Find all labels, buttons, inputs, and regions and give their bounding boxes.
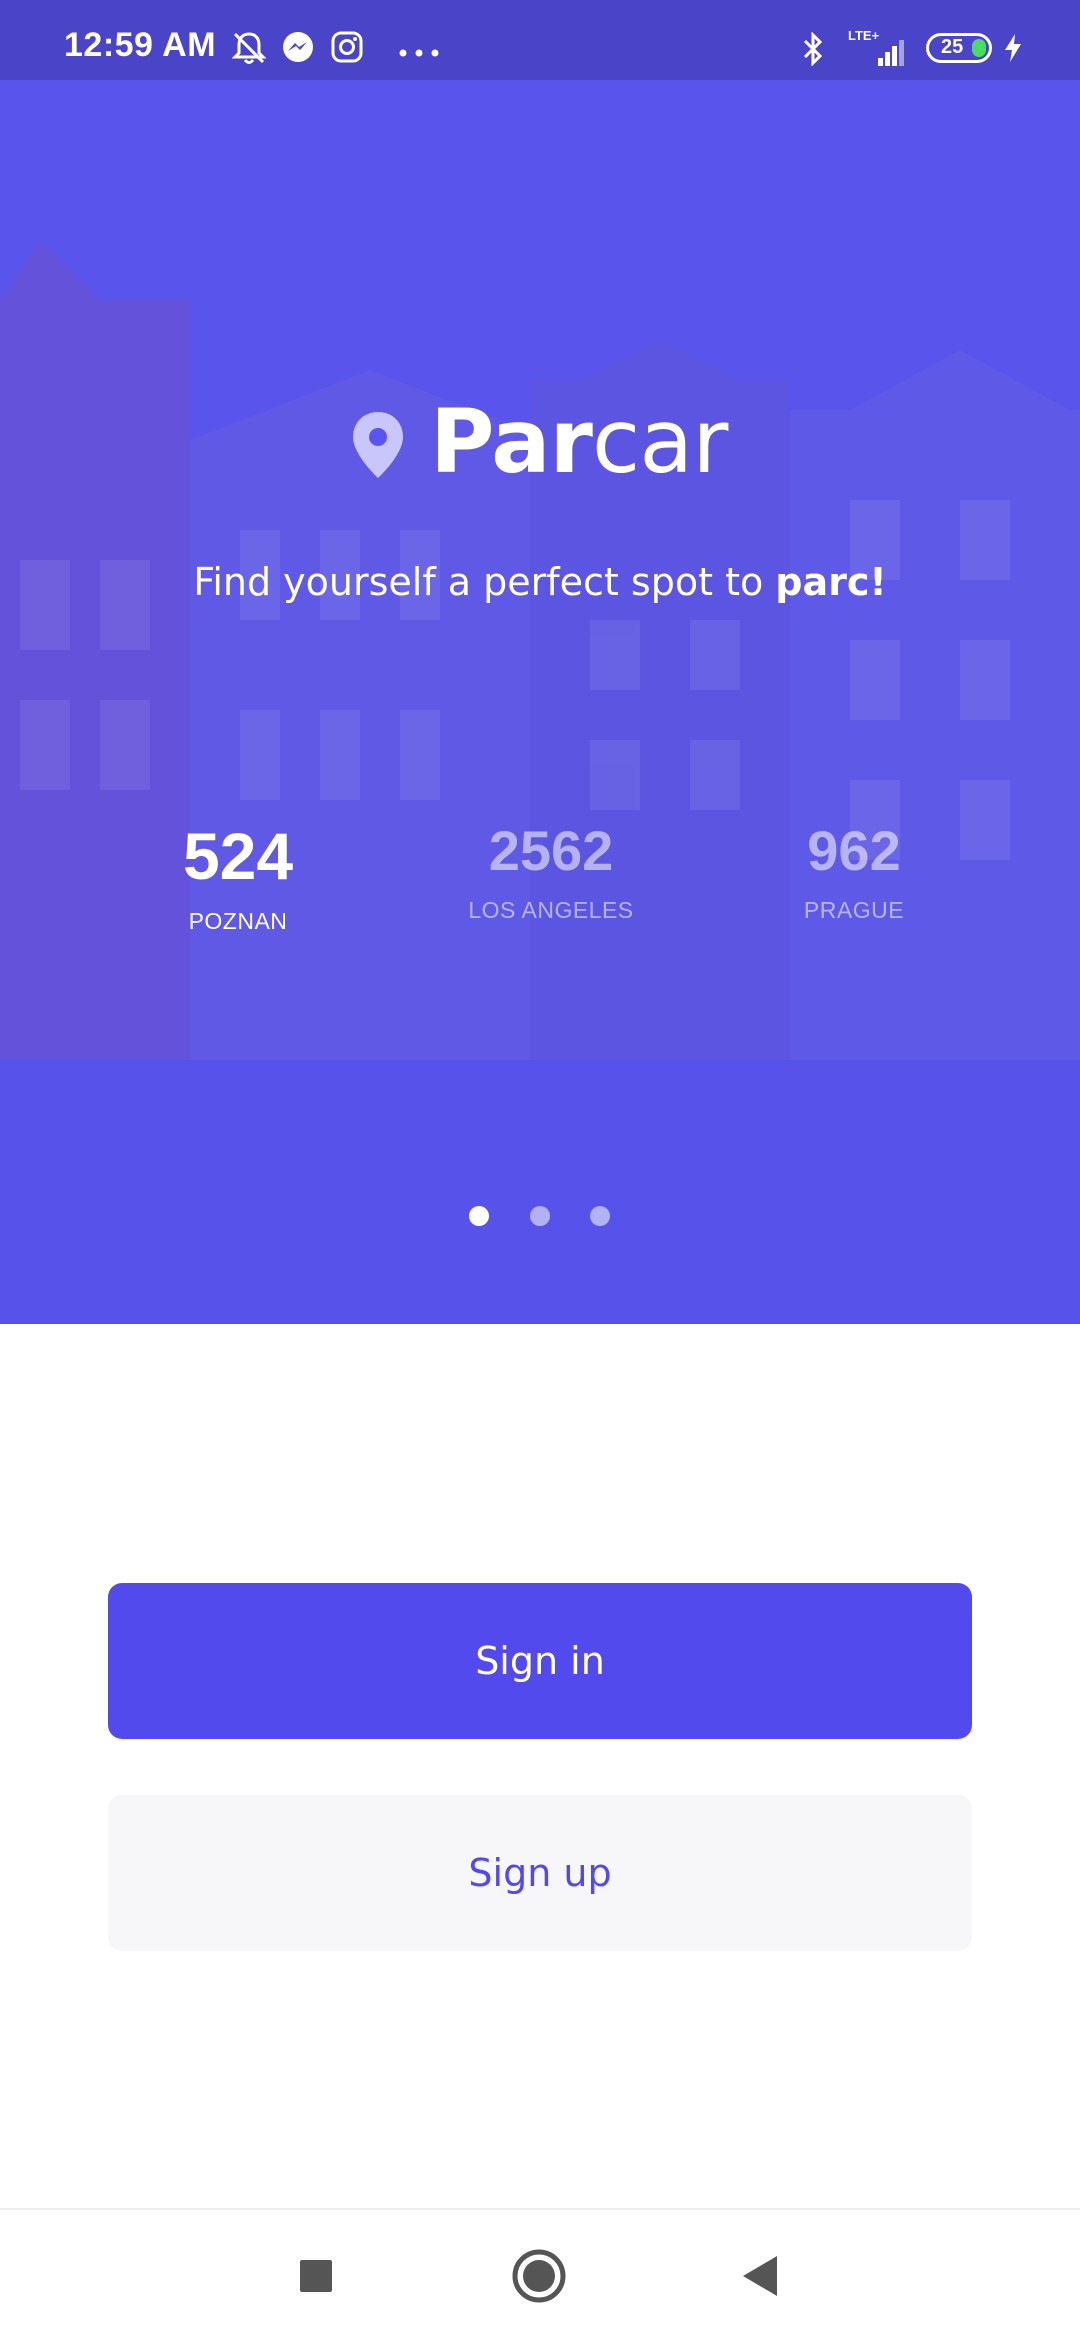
instagram-icon bbox=[330, 30, 364, 69]
more-dots-icon bbox=[398, 44, 440, 62]
recents-square-icon[interactable] bbox=[255, 2210, 375, 2340]
tagline: Find yourself a perfect spot to parc! bbox=[193, 560, 887, 604]
stat-value: 524 bbox=[182, 819, 294, 893]
battery-level: 25 bbox=[941, 36, 964, 58]
stat-label: POZNAN bbox=[188, 908, 288, 934]
logo-wordmark: Parcar bbox=[430, 390, 728, 493]
messenger-icon bbox=[280, 30, 316, 71]
stat-los-angeles: 2562 LOS ANGELES bbox=[421, 818, 681, 924]
stat-poznan: 524 POZNAN bbox=[108, 818, 368, 935]
carousel-dot-3[interactable] bbox=[590, 1206, 610, 1226]
system-nav-bar bbox=[0, 2208, 1080, 2340]
stat-value: 2562 bbox=[488, 819, 614, 882]
welcome-screen: 12:59 AM LTE+ 25 Parcar Find yourself a … bbox=[0, 0, 1080, 2340]
stat-label: PRAGUE bbox=[803, 897, 905, 923]
carousel-indicator bbox=[465, 1206, 615, 1230]
charging-icon bbox=[1002, 32, 1024, 69]
status-bar: 12:59 AM LTE+ 25 bbox=[0, 0, 1080, 80]
status-time: 12:59 AM bbox=[64, 26, 217, 64]
app-logo: Parcar bbox=[350, 390, 750, 500]
carousel-dot-2[interactable] bbox=[530, 1206, 550, 1226]
back-triangle-icon[interactable] bbox=[705, 2210, 825, 2340]
location-pin-icon bbox=[350, 410, 406, 485]
svg-text:LTE+: LTE+ bbox=[848, 28, 880, 43]
battery-icon: 25 bbox=[926, 33, 992, 63]
city-background-image bbox=[0, 80, 1080, 1324]
hero-banner: Parcar Find yourself a perfect spot to p… bbox=[0, 80, 1080, 1324]
signal-icon: LTE+ bbox=[848, 28, 910, 73]
stat-prague: 962 PRAGUE bbox=[724, 818, 984, 924]
sign-in-button[interactable]: Sign in bbox=[108, 1583, 972, 1739]
stat-label: LOS ANGELES bbox=[468, 897, 634, 923]
carousel-dot-1[interactable] bbox=[469, 1206, 489, 1226]
sign-up-button[interactable]: Sign up bbox=[108, 1795, 972, 1951]
stat-value: 962 bbox=[807, 819, 901, 882]
bluetooth-icon bbox=[800, 31, 826, 71]
mute-bell-icon bbox=[231, 30, 267, 71]
home-circle-icon[interactable] bbox=[480, 2210, 600, 2340]
